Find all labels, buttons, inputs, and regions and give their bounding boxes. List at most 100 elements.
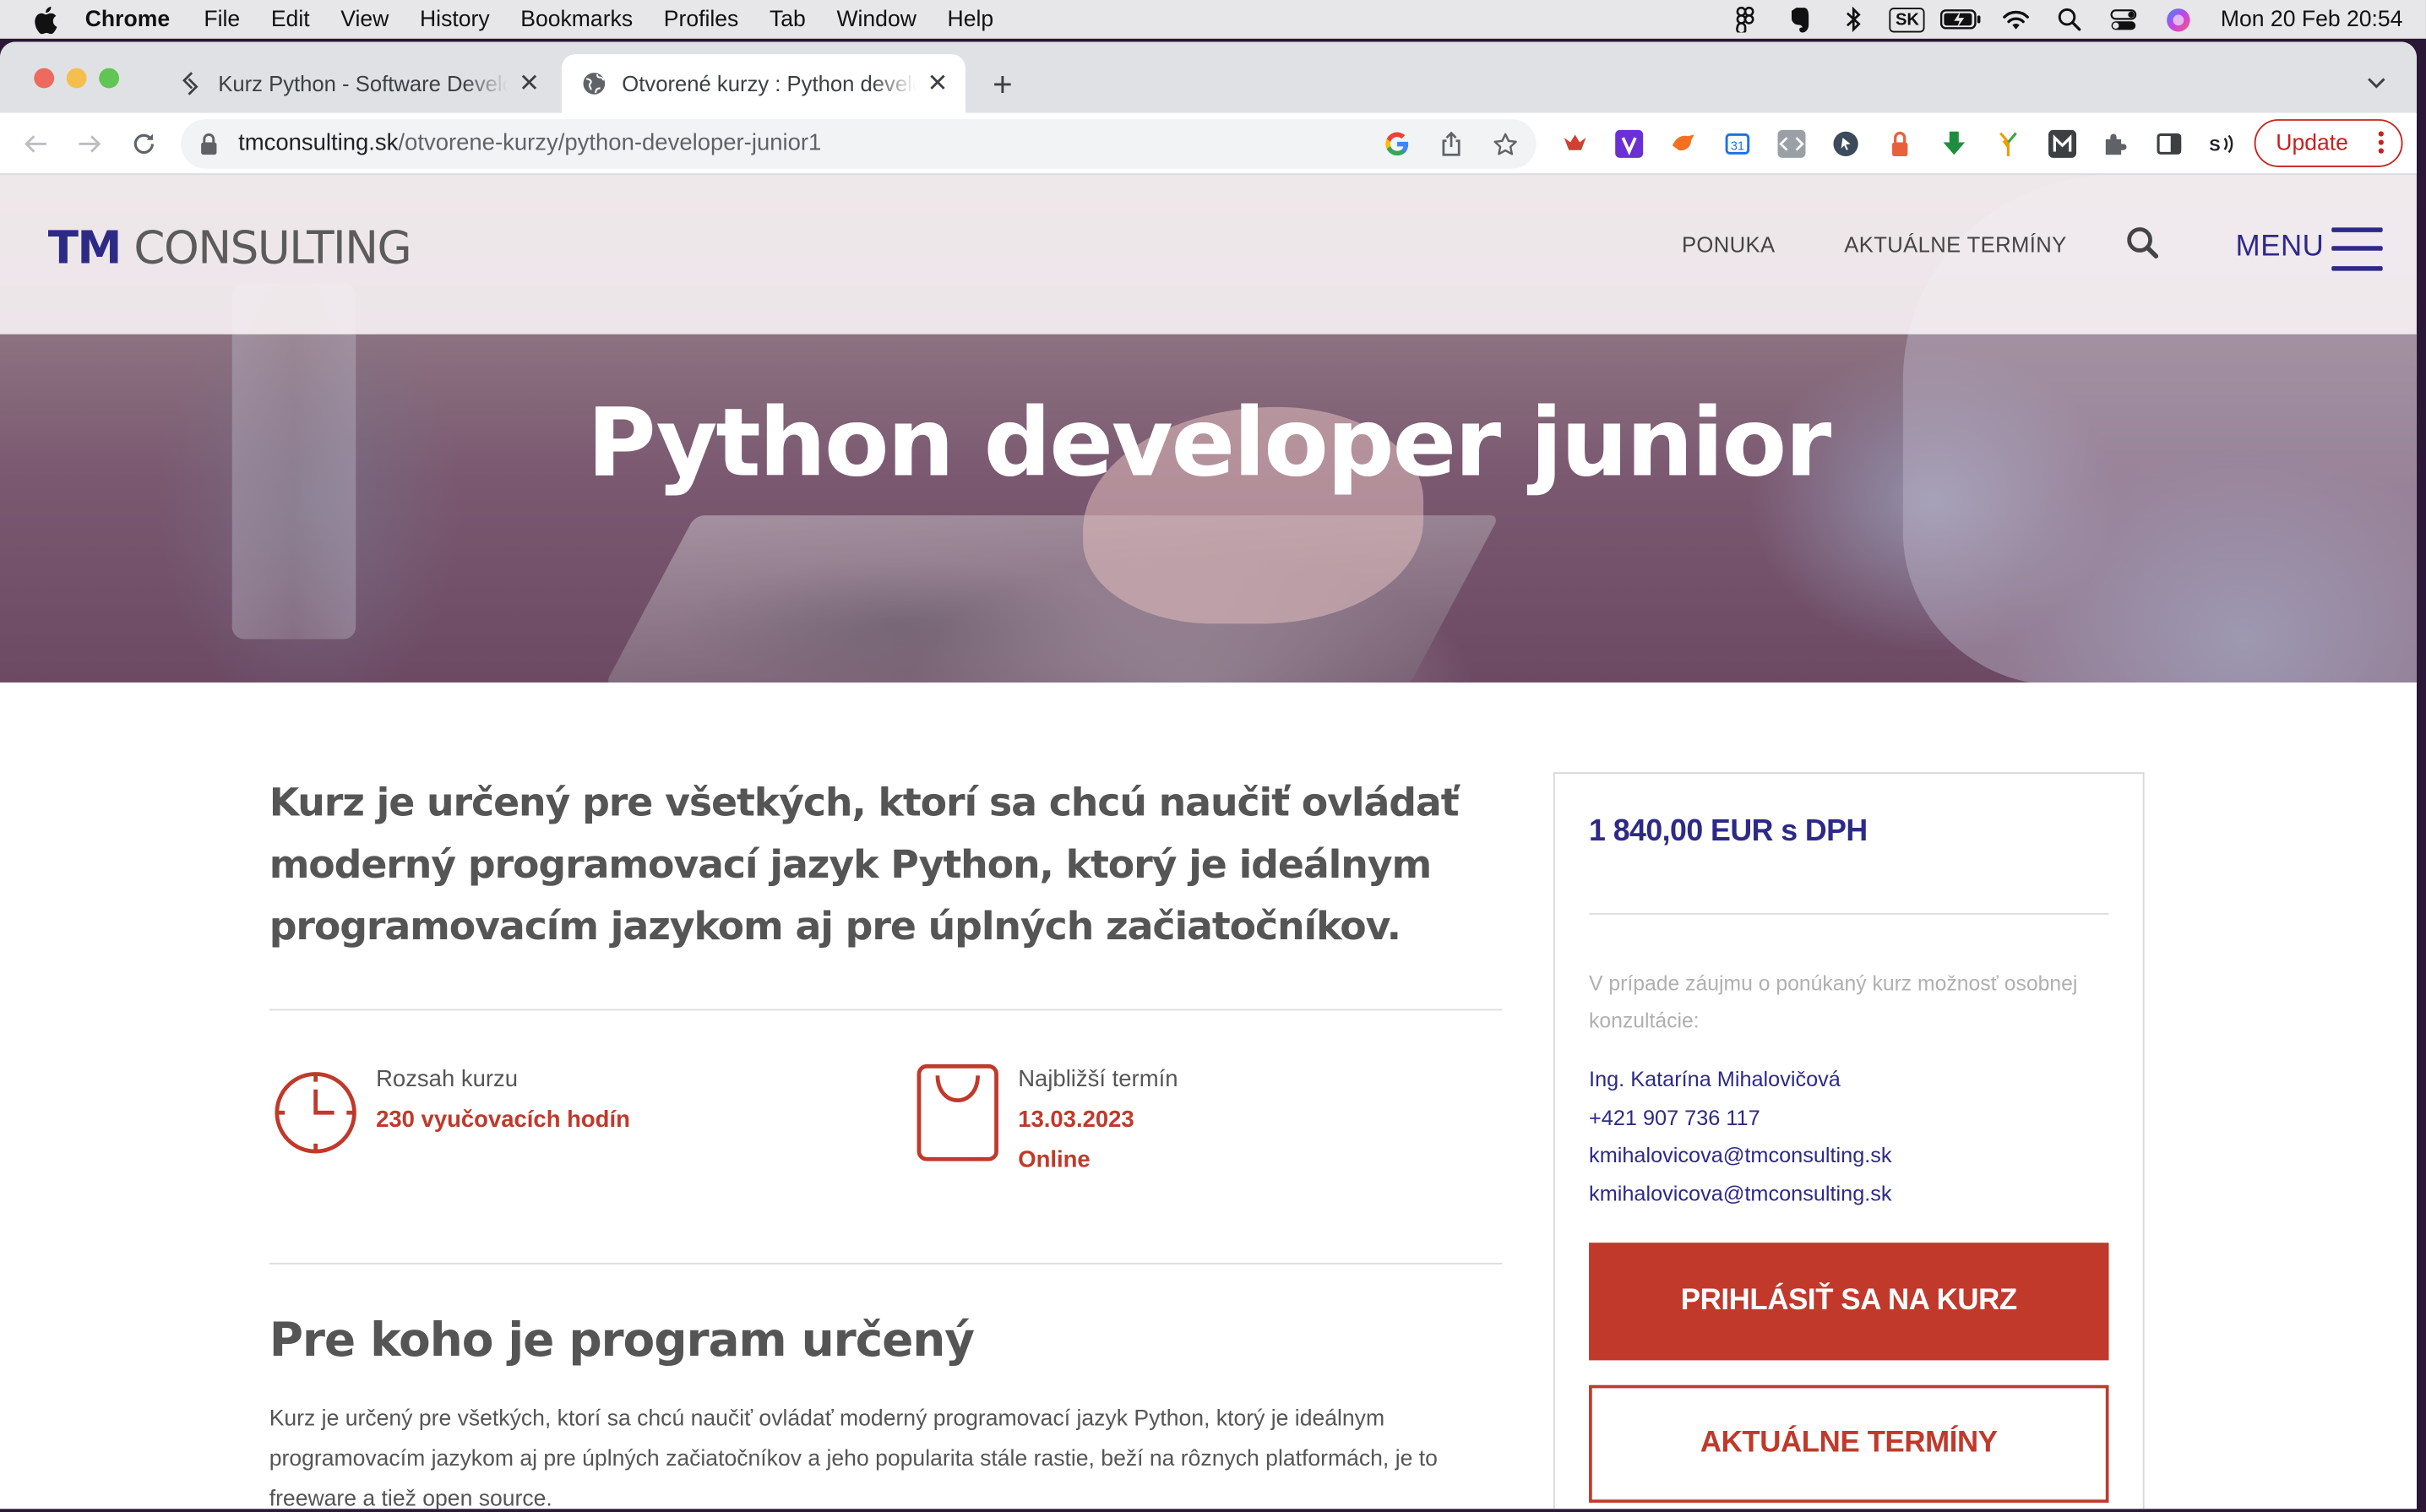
- logo-consulting: CONSULTING: [120, 220, 411, 275]
- menu-chrome[interactable]: Chrome: [85, 7, 170, 31]
- course-lead-text: Kurz je určený pre všetkých, ktorí sa ch…: [269, 780, 1460, 949]
- reload-icon[interactable]: [128, 128, 160, 160]
- bookmark-star-icon[interactable]: [1493, 132, 1517, 156]
- zoom-window-button[interactable]: [99, 68, 120, 89]
- section-text: Kurz je určený pre všetkých, ktorí sa ch…: [269, 1406, 1438, 1509]
- site-logo[interactable]: TM CONSULTING: [47, 220, 412, 275]
- consultation-note: V prípade záujmu o ponúkaný kurz možnosť…: [1589, 971, 2078, 1033]
- url-domain: tmconsulting.sk: [238, 129, 399, 157]
- hero-banner: TM CONSULTING PONUKA AKTUÁLNE TERMÍNY ME…: [0, 175, 2417, 683]
- extension-speechify-icon[interactable]: S: [2208, 130, 2236, 158]
- contact-email-link[interactable]: kmihalovicova@tmconsulting.sk: [1589, 1144, 1892, 1167]
- back-arrow-icon[interactable]: [20, 128, 52, 160]
- tab-title: Otvorené kurzy : Python develo: [622, 71, 917, 96]
- url-text[interactable]: tmconsulting.sk/otvorene-kurzy/python-de…: [238, 130, 821, 156]
- close-tab-icon[interactable]: ✕: [517, 71, 541, 97]
- scope-value: 230 vyučovacích hodín: [376, 1106, 630, 1134]
- course-price: 1 840,00 EUR s DPH: [1589, 813, 1868, 848]
- extension-download-icon[interactable]: [1940, 130, 1968, 158]
- macos-menubar: Chrome File Edit View History Bookmarks …: [0, 0, 2426, 39]
- evernote-icon[interactable]: [1772, 0, 1826, 39]
- link-icon: [178, 71, 203, 95]
- menu-window[interactable]: Window: [836, 7, 916, 31]
- divider: [269, 1262, 1503, 1265]
- menubar-clock[interactable]: Mon 20 Feb 20:54: [2221, 7, 2403, 31]
- url-path: /otvorene-kurzy/python-developer-junior1: [398, 129, 822, 157]
- minimize-window-button[interactable]: [66, 68, 87, 89]
- tab-title: Kurz Python - Software Develo: [218, 71, 508, 96]
- extension-lock-icon[interactable]: [1886, 130, 1914, 158]
- tab-search-chevron-icon[interactable]: [2364, 69, 2389, 94]
- logo-tm: TM: [47, 220, 122, 275]
- control-center-icon[interactable]: [2097, 0, 2151, 39]
- course-sidebar: 1 840,00 EUR s DPH V prípade záujmu o po…: [1553, 772, 2145, 1509]
- globe-icon: [582, 71, 606, 95]
- spotlight-search-icon[interactable]: [2043, 0, 2097, 39]
- search-icon[interactable]: [2126, 226, 2160, 259]
- close-window-button[interactable]: [34, 68, 55, 89]
- web-page: TM CONSULTING PONUKA AKTUÁLNE TERMÍNY ME…: [0, 175, 2417, 1509]
- extension-code-icon[interactable]: [1777, 129, 1806, 158]
- tab-strip: Kurz Python - Software Develo ✕ Otvorené…: [0, 41, 2417, 113]
- wifi-icon[interactable]: [1988, 0, 2043, 39]
- svg-text:S: S: [2209, 137, 2220, 155]
- menu-file[interactable]: File: [204, 7, 240, 31]
- siri-icon[interactable]: [2151, 0, 2205, 39]
- divider: [269, 1009, 1503, 1011]
- scope-label: Rozsah kurzu: [376, 1066, 519, 1093]
- keyboard-layout-label: SK: [1889, 7, 1926, 32]
- contact-phone-link[interactable]: +421 907 736 117: [1589, 1107, 1760, 1129]
- tab-kurz-python[interactable]: Kurz Python - Software Develo ✕: [158, 54, 558, 113]
- address-bar[interactable]: tmconsulting.sk/otvorene-kurzy/python-de…: [181, 119, 1537, 169]
- menu-help[interactable]: Help: [948, 7, 994, 31]
- extension-leaf-icon[interactable]: [1994, 130, 2022, 158]
- update-label: Update: [2276, 130, 2348, 156]
- contact-email-link[interactable]: kmihalovicova@tmconsulting.sk: [1589, 1183, 1892, 1205]
- extension-translate-icon[interactable]: 31: [1723, 130, 1751, 158]
- hamburger-menu-icon[interactable]: [2331, 226, 2383, 272]
- menu-label[interactable]: MENU: [2236, 231, 2325, 264]
- new-tab-plus-icon[interactable]: +: [984, 65, 1021, 104]
- extension-bird-icon[interactable]: [1669, 130, 1697, 158]
- more-vertical-icon[interactable]: [2378, 130, 2384, 155]
- nav-aktualne-terminy[interactable]: AKTUÁLNE TERMÍNY: [1844, 232, 2066, 257]
- svg-text:31: 31: [1731, 140, 1744, 154]
- google-icon[interactable]: [1384, 132, 1409, 156]
- extensions-puzzle-icon[interactable]: [2101, 130, 2129, 158]
- contact-name[interactable]: Ing. Katarína Mihalovičová: [1589, 1068, 1841, 1090]
- menu-edit[interactable]: Edit: [271, 7, 310, 31]
- section-title: Pre koho je program určený: [269, 1313, 975, 1368]
- next-date-mode: Online: [1018, 1146, 1091, 1173]
- keyboard-layout-indicator[interactable]: SK: [1880, 0, 1934, 39]
- menubar-status-area: SK Mon 20 Feb 20:54: [1718, 0, 2403, 39]
- menu-profiles[interactable]: Profiles: [664, 7, 739, 31]
- menu-bookmarks[interactable]: Bookmarks: [520, 7, 633, 31]
- bluetooth-icon[interactable]: [1826, 0, 1880, 39]
- figma-icon[interactable]: [1718, 0, 1772, 39]
- menu-view[interactable]: View: [340, 7, 389, 31]
- extension-v-icon[interactable]: [1615, 129, 1644, 158]
- register-course-button[interactable]: PRIHLÁSIŤ SA NA KURZ: [1589, 1243, 2109, 1361]
- extension-m-icon[interactable]: [2048, 129, 2077, 158]
- browser-toolbar: tmconsulting.sk/otvorene-kurzy/python-de…: [0, 112, 2417, 176]
- tab-otvorene-kurzy[interactable]: Otvorené kurzy : Python develo ✕: [561, 54, 966, 113]
- menu-history[interactable]: History: [420, 7, 490, 31]
- share-icon[interactable]: [1439, 131, 1463, 156]
- battery-charging-icon[interactable]: [1934, 0, 1988, 39]
- current-dates-button[interactable]: AKTUÁLNE TERMÍNY: [1589, 1384, 2109, 1503]
- nav-ponuka[interactable]: PONUKA: [1682, 232, 1775, 257]
- calendar-bag-icon: [916, 1063, 999, 1170]
- clock-icon: [272, 1069, 359, 1164]
- lock-icon[interactable]: [199, 133, 218, 155]
- apple-icon[interactable]: [31, 5, 59, 34]
- forward-arrow-icon[interactable]: [74, 128, 106, 160]
- close-tab-icon[interactable]: ✕: [925, 71, 949, 97]
- browser-window: Kurz Python - Software Develo ✕ Otvorené…: [0, 41, 2417, 1509]
- extension-reader-icon[interactable]: [1561, 130, 1589, 158]
- divider: [1589, 912, 2109, 915]
- extension-cursor-icon[interactable]: [1832, 130, 1860, 158]
- menu-tab[interactable]: Tab: [770, 7, 806, 31]
- next-date-label: Najbližší termín: [1018, 1066, 1178, 1093]
- update-button[interactable]: Update: [2254, 119, 2403, 167]
- side-panel-icon[interactable]: [2155, 130, 2183, 158]
